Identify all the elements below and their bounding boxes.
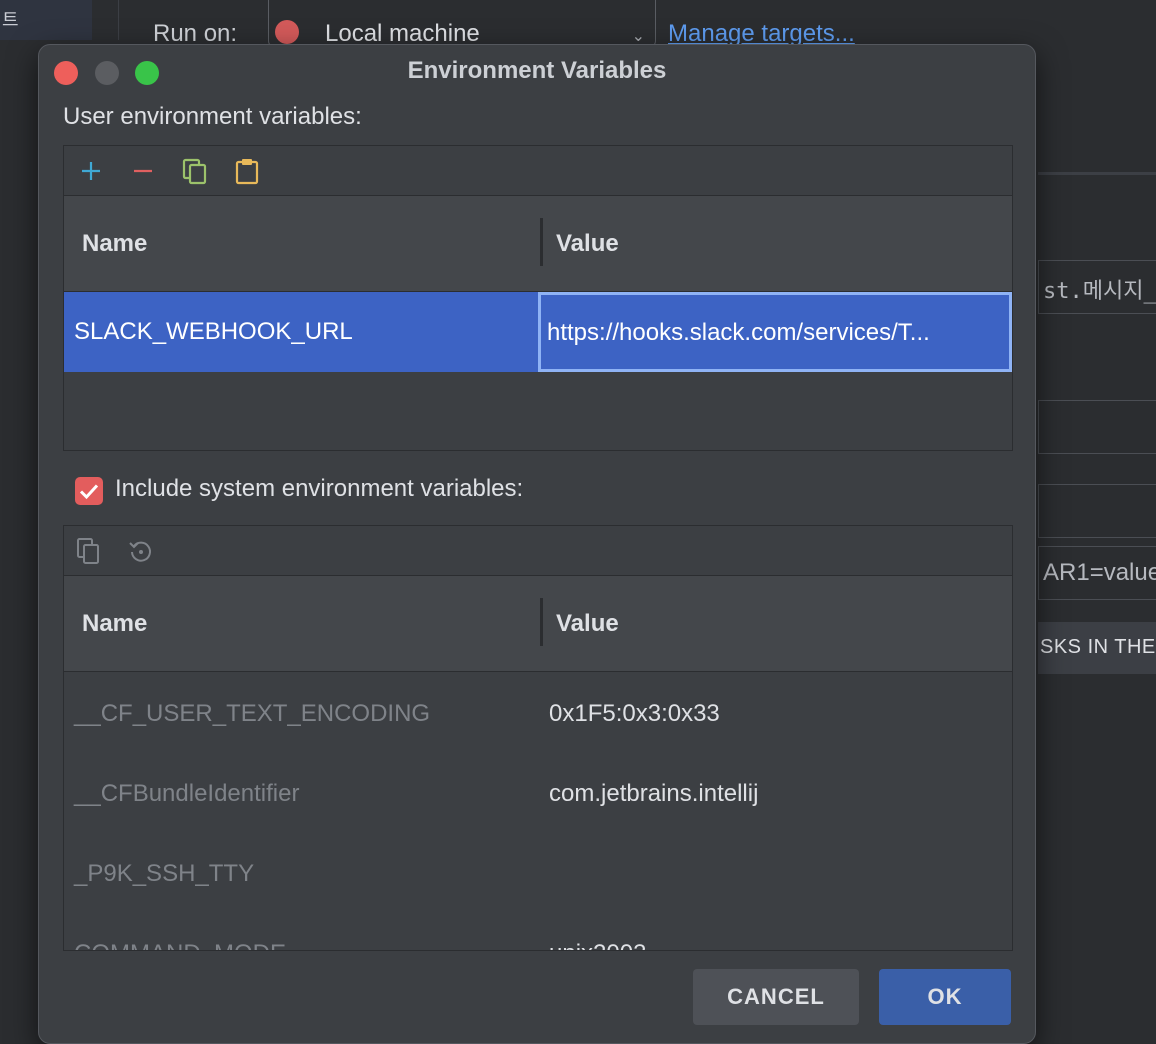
variable-name-cell: COMMAND_MODE	[74, 940, 286, 950]
background-field[interactable]	[1038, 400, 1156, 454]
background-field[interactable]: st.메시지_	[1038, 260, 1156, 314]
table-row[interactable]: _P9K_SSH_TTY	[64, 832, 1012, 912]
background-field[interactable]	[1038, 484, 1156, 538]
column-header-name[interactable]: Name	[82, 610, 147, 638]
user-table-header: Name Value	[64, 196, 1012, 292]
table-row[interactable]: SLACK_WEBHOOK_URL https://hooks.slack.co…	[64, 292, 1012, 372]
include-system-label[interactable]: Include system environment variables:	[115, 475, 523, 503]
variable-name-cell: __CF_USER_TEXT_ENCODING	[74, 700, 431, 727]
paste-icon[interactable]	[232, 156, 262, 186]
target-select[interactable]: Local machine ⌄	[268, 0, 656, 47]
reset-icon[interactable]	[126, 536, 156, 566]
background-button-label: SKS IN THE	[1040, 636, 1156, 658]
column-header-value[interactable]: Value	[556, 230, 619, 258]
add-icon[interactable]	[76, 156, 106, 186]
column-separator[interactable]	[540, 218, 543, 266]
background-button[interactable]: SKS IN THE	[1038, 622, 1156, 674]
variable-name-cell: __CFBundleIdentifier	[74, 780, 300, 807]
background-field-text: st.메시지_	[1043, 279, 1156, 304]
cancel-button[interactable]: CANCEL	[693, 969, 859, 1025]
column-header-value[interactable]: Value	[556, 610, 619, 638]
remove-icon[interactable]	[128, 156, 158, 186]
user-variables-label: User environment variables:	[63, 103, 362, 130]
user-table-toolbar	[64, 146, 1012, 196]
chevron-down-icon: ⌄	[631, 28, 645, 45]
system-variables-table: Name Value __CF_USER_TEXT_ENCODING 0x1F5…	[63, 525, 1013, 951]
column-separator[interactable]	[540, 598, 543, 646]
background-field[interactable]: AR1=value	[1038, 546, 1156, 600]
variable-value-cell: unix2003	[549, 940, 646, 950]
copy-icon[interactable]	[180, 156, 210, 186]
divider	[1038, 172, 1156, 175]
background-field-text: AR1=value	[1043, 559, 1156, 586]
copy-icon[interactable]	[74, 536, 104, 566]
home-icon	[275, 20, 299, 44]
column-header-name[interactable]: Name	[82, 230, 147, 258]
include-system-checkbox[interactable]	[75, 477, 103, 505]
table-row[interactable]: __CFBundleIdentifier com.jetbrains.intel…	[64, 752, 1012, 832]
ok-button[interactable]: OK	[879, 969, 1011, 1025]
variable-name-cell[interactable]: SLACK_WEBHOOK_URL	[74, 318, 353, 346]
environment-variables-dialog: Environment Variables User environment v…	[38, 44, 1036, 1044]
table-row[interactable]: COMMAND_MODE unix2003	[64, 912, 1012, 950]
sidebar-glyph: 트	[2, 10, 19, 30]
system-table-header: Name Value	[64, 576, 1012, 672]
variable-value-cell: 0x1F5:0x3:0x33	[549, 700, 720, 727]
dialog-title: Environment Variables	[407, 57, 667, 84]
divider	[118, 0, 119, 40]
sidebar-strip: 트	[0, 0, 92, 40]
user-variables-table: Name Value SLACK_WEBHOOK_URL https://hoo…	[63, 145, 1013, 451]
variable-value-cell[interactable]: https://hooks.slack.com/services/T...	[538, 292, 1012, 372]
checkmark-icon	[79, 484, 99, 500]
variable-name-cell: _P9K_SSH_TTY	[74, 860, 255, 887]
system-table-toolbar	[64, 526, 1012, 576]
table-row[interactable]: __CF_USER_TEXT_ENCODING 0x1F5:0x3:0x33	[64, 672, 1012, 752]
variable-value-cell: com.jetbrains.intellij	[549, 780, 759, 807]
